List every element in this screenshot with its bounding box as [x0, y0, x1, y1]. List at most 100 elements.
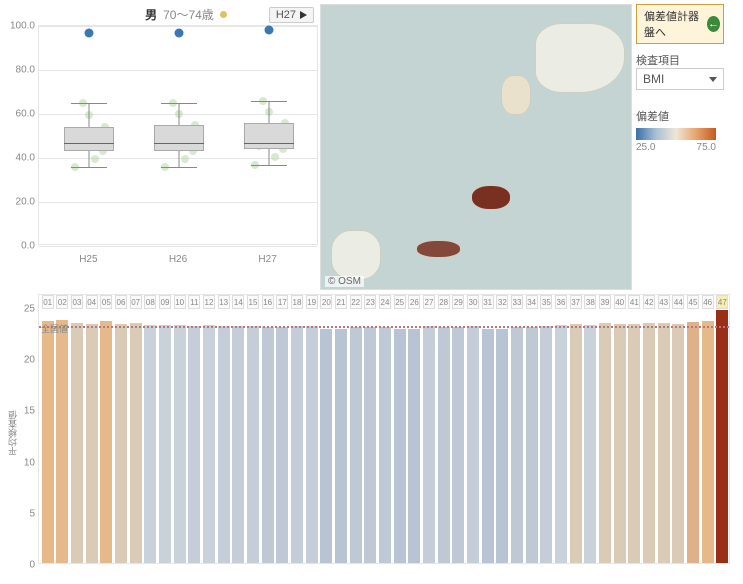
- bar[interactable]: [467, 326, 479, 563]
- bar[interactable]: [130, 323, 142, 563]
- bar[interactable]: [394, 329, 406, 563]
- bar[interactable]: [320, 329, 332, 563]
- bar[interactable]: [643, 323, 655, 563]
- bar[interactable]: [115, 324, 127, 563]
- bar[interactable]: [291, 326, 303, 563]
- bar[interactable]: [570, 324, 582, 563]
- bar-header-cell[interactable]: 17: [276, 295, 288, 309]
- bar-header-cell[interactable]: 43: [658, 295, 670, 309]
- bar-header-cell[interactable]: 09: [159, 295, 171, 309]
- bar[interactable]: [262, 327, 274, 563]
- bar[interactable]: [614, 324, 626, 563]
- bar-header-cell[interactable]: 02: [56, 295, 68, 309]
- bar-header-cell[interactable]: 38: [584, 295, 596, 309]
- bar[interactable]: [276, 327, 288, 563]
- bar-header-cell[interactable]: 25: [394, 295, 406, 309]
- bar[interactable]: [203, 325, 215, 563]
- bar-header-cell[interactable]: 06: [115, 295, 127, 309]
- bar-header-cell[interactable]: 23: [364, 295, 376, 309]
- bar-header-cell[interactable]: 32: [496, 295, 508, 309]
- bar[interactable]: [716, 310, 728, 563]
- bar[interactable]: [423, 326, 435, 563]
- bar[interactable]: [555, 325, 567, 563]
- bar-header-cell[interactable]: 27: [423, 295, 435, 309]
- bar-header-cell[interactable]: 44: [672, 295, 684, 309]
- bar[interactable]: [71, 323, 83, 563]
- bar[interactable]: [306, 326, 318, 563]
- bar-header-cell[interactable]: 13: [218, 295, 230, 309]
- bar[interactable]: [188, 326, 200, 563]
- bar-header-cell[interactable]: 24: [379, 295, 391, 309]
- bar[interactable]: [658, 323, 670, 563]
- bar-header-cell[interactable]: 34: [526, 295, 538, 309]
- bar-header-cell[interactable]: 37: [570, 295, 582, 309]
- bar-header-cell[interactable]: 11: [188, 295, 200, 309]
- bar-header-cell[interactable]: 18: [291, 295, 303, 309]
- bar[interactable]: [100, 321, 112, 563]
- bar[interactable]: [540, 326, 552, 563]
- bar-header-cell[interactable]: 01: [42, 295, 54, 309]
- bar[interactable]: [687, 322, 699, 563]
- bar[interactable]: [56, 320, 68, 563]
- bar[interactable]: [335, 329, 347, 563]
- bar-header-cell[interactable]: 16: [262, 295, 274, 309]
- bar-header-cell[interactable]: 29: [452, 295, 464, 309]
- bar[interactable]: [584, 325, 596, 563]
- bar[interactable]: [511, 327, 523, 563]
- bar-header-cell[interactable]: 07: [130, 295, 142, 309]
- bar-header-cell[interactable]: 08: [144, 295, 156, 309]
- bar-header-cell[interactable]: 35: [540, 295, 552, 309]
- bar[interactable]: [702, 321, 714, 563]
- bar[interactable]: [379, 327, 391, 563]
- bar[interactable]: [247, 326, 259, 563]
- bar[interactable]: [350, 327, 362, 563]
- year-play-button[interactable]: H27: [269, 7, 314, 23]
- bar[interactable]: [628, 324, 640, 563]
- bar-header-cell[interactable]: 39: [599, 295, 611, 309]
- bar-header-cell[interactable]: 28: [438, 295, 450, 309]
- bar[interactable]: [482, 329, 494, 563]
- nav-to-dashboard-button[interactable]: 偏差値計器盤へ ←: [636, 4, 724, 44]
- bar-header-cell[interactable]: 19: [306, 295, 318, 309]
- bar-header-cell[interactable]: 20: [320, 295, 332, 309]
- bar[interactable]: [218, 326, 230, 563]
- bar[interactable]: [438, 327, 450, 563]
- bar[interactable]: [232, 326, 244, 563]
- bar-header-cell[interactable]: 40: [614, 295, 626, 309]
- bar-header-cell[interactable]: 21: [335, 295, 347, 309]
- bar-header-cell[interactable]: 15: [247, 295, 259, 309]
- bar-header-cell[interactable]: 46: [702, 295, 714, 309]
- bar-header-cell[interactable]: 22: [350, 295, 362, 309]
- bar-header-cell[interactable]: 12: [203, 295, 215, 309]
- bar[interactable]: [496, 329, 508, 563]
- bar[interactable]: [86, 324, 98, 563]
- bar[interactable]: [526, 327, 538, 563]
- bar[interactable]: [364, 327, 376, 563]
- bar-header-cell[interactable]: 03: [71, 295, 83, 309]
- side-panel: 偏差値計器盤へ ← 検査項目 BMI 偏差値 25.0 75.0: [632, 0, 728, 290]
- bar-header-cell[interactable]: 42: [643, 295, 655, 309]
- bar-header-cell[interactable]: 26: [408, 295, 420, 309]
- bar-header-cell[interactable]: 41: [628, 295, 640, 309]
- bar[interactable]: [599, 323, 611, 563]
- bar[interactable]: [452, 327, 464, 563]
- bar[interactable]: [672, 324, 684, 563]
- bar[interactable]: [42, 321, 54, 563]
- bar-header-cell[interactable]: 30: [467, 295, 479, 309]
- metric-label: 検査項目: [636, 52, 724, 68]
- bar-header-cell[interactable]: 14: [232, 295, 244, 309]
- bar-header-cell[interactable]: 45: [687, 295, 699, 309]
- bar[interactable]: [408, 329, 420, 563]
- bar-header-cell[interactable]: 33: [511, 295, 523, 309]
- bar[interactable]: [159, 325, 171, 563]
- bar-header-cell[interactable]: 31: [482, 295, 494, 309]
- map-panel[interactable]: © OSM: [320, 4, 632, 290]
- metric-select[interactable]: BMI: [636, 68, 724, 90]
- bar-header-cell[interactable]: 36: [555, 295, 567, 309]
- bar[interactable]: [144, 325, 156, 563]
- bar[interactable]: [174, 325, 186, 563]
- bar-header-cell[interactable]: 04: [86, 295, 98, 309]
- bar-header-cell[interactable]: 47: [716, 295, 728, 309]
- bar-header-cell[interactable]: 05: [100, 295, 112, 309]
- bar-header-cell[interactable]: 10: [174, 295, 186, 309]
